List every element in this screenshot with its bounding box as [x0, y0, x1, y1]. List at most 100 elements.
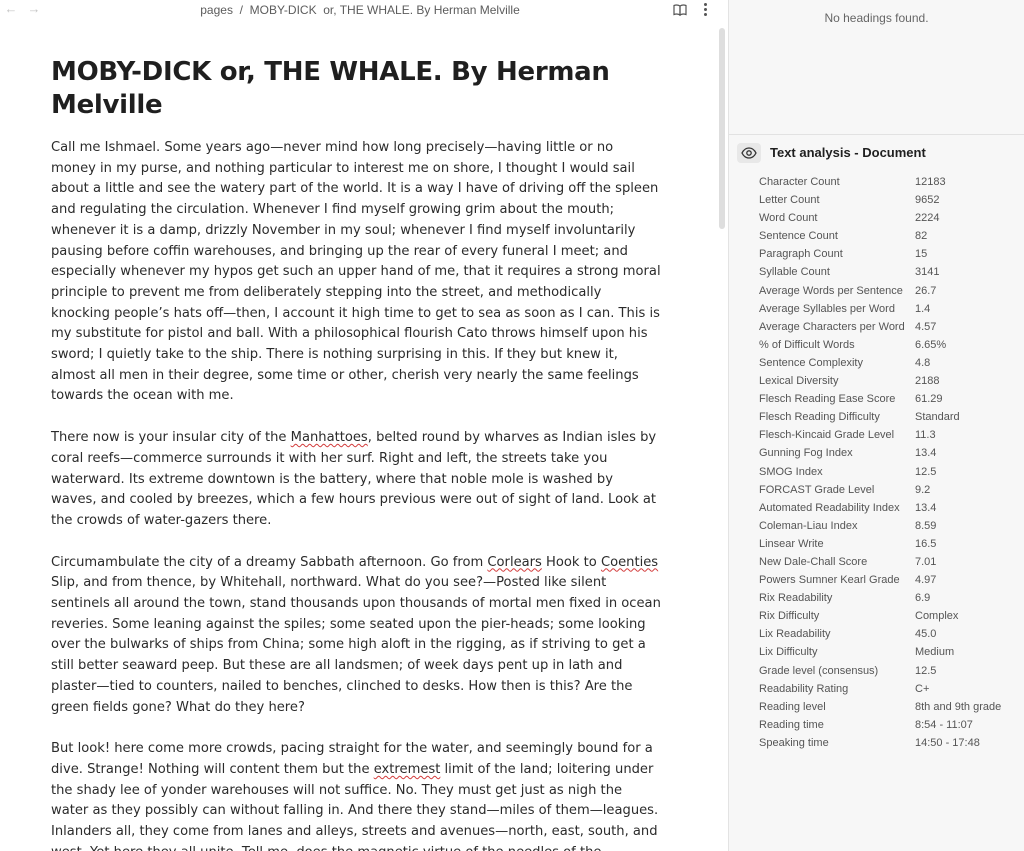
text-run: Hook to: [541, 554, 601, 570]
stat-label: Flesch Reading Difficulty: [759, 411, 880, 424]
stat-row: Coleman-Liau Index 8.59: [759, 518, 1021, 536]
breadcrumb-root[interactable]: pages: [200, 3, 233, 17]
stat-label: Word Count: [759, 212, 818, 225]
stat-value: 12.5: [915, 664, 937, 677]
stat-label: Reading time: [759, 718, 824, 731]
stat-value: 11.3: [915, 429, 936, 442]
stat-label: Rix Difficulty: [759, 610, 820, 623]
stat-label: Flesch-Kincaid Grade Level: [759, 429, 895, 442]
stat-value: 4.8: [915, 356, 931, 369]
stat-label: Syllable Count: [759, 266, 830, 279]
stat-value: 4.97: [915, 574, 937, 587]
stat-value: Medium: [915, 646, 955, 659]
stat-label: Character Count: [759, 176, 840, 188]
stat-row: Average Syllables per Word 1.4: [759, 301, 1021, 319]
stat-value: 45.0: [915, 628, 937, 641]
document-content[interactable]: MOBY-DICK or, THE WHALE. By Herman Melvi…: [51, 56, 661, 851]
paragraph-list: Call me Ishmael. Some years ago—never mi…: [51, 138, 661, 851]
stat-row: Word Count 2224: [759, 210, 1021, 228]
stat-value: 13.4: [915, 447, 937, 460]
stat-value: 4.57: [915, 320, 937, 333]
stat-value: 3141: [915, 266, 940, 279]
stat-row: Lix Difficulty Medium: [759, 644, 1021, 662]
stat-value: 13.4: [915, 501, 937, 514]
stat-row: Average Characters per Word 4.57: [759, 319, 1021, 337]
stat-row: Readability Rating C+: [759, 681, 1021, 699]
stat-value: 82: [915, 230, 928, 243]
stat-label: Coleman-Liau Index: [759, 519, 858, 532]
stat-label: % of Difficult Words: [759, 338, 855, 351]
breadcrumb-separator: /: [239, 3, 243, 17]
stat-value: 6.65%: [915, 338, 947, 351]
stat-label: Gunning Fog Index: [759, 447, 853, 460]
paragraph[interactable]: Call me Ishmael. Some years ago—never mi…: [51, 138, 661, 407]
stat-row: Grade level (consensus) 12.5: [759, 663, 1021, 681]
stat-row: Average Words per Sentence 26.7: [759, 283, 1021, 301]
stat-row: Rix Readability 6.9: [759, 590, 1021, 608]
stat-label: Automated Readability Index: [759, 501, 900, 514]
stat-label: Rix Readability: [759, 592, 833, 605]
text-run: Call me Ishmael. Some years ago—never mi…: [51, 140, 661, 404]
stat-row: Paragraph Count 15: [759, 246, 1021, 264]
panel-separator: [729, 134, 1024, 135]
outline-empty-message: No headings found.: [824, 11, 929, 25]
stat-row: Automated Readability Index 13.4: [759, 500, 1021, 518]
stat-label: Linsear Write: [759, 537, 824, 550]
stat-label: Average Characters per Word: [759, 320, 905, 333]
stat-value: 16.5: [915, 537, 937, 550]
stat-value: 26.7: [915, 284, 937, 297]
stat-row: New Dale-Chall Score 7.01: [759, 554, 1021, 572]
stat-row: Reading time 8:54 - 11:07: [759, 717, 1021, 735]
misspelled-word[interactable]: extremest: [374, 762, 441, 777]
eye-icon[interactable]: [737, 143, 761, 163]
document-title[interactable]: MOBY-DICK or, THE WHALE. By Herman Melvi…: [51, 56, 661, 122]
stat-row: SMOG Index 12.5: [759, 464, 1021, 482]
side-panel: No headings found. Text analysis - Docum…: [729, 0, 1024, 851]
book-open-icon[interactable]: [673, 3, 689, 17]
stat-value: 9.2: [915, 483, 931, 496]
stat-row: Sentence Complexity 4.8: [759, 355, 1021, 373]
text-run: There now is your insular city of the: [51, 430, 291, 446]
text-analysis-title: Text analysis - Document: [770, 145, 926, 160]
stat-label: Readability Rating: [759, 682, 849, 695]
stat-label: Lexical Diversity: [759, 375, 839, 388]
text-analysis-header: Text analysis - Document: [737, 142, 1017, 164]
paragraph[interactable]: Circumambulate the city of a dreamy Sabb…: [51, 553, 661, 719]
more-vertical-icon[interactable]: [700, 2, 710, 18]
stat-row: Rix Difficulty Complex: [759, 608, 1021, 626]
stat-value: C+: [915, 682, 930, 695]
stat-row: Sentence Count 82: [759, 228, 1021, 246]
stat-value: 9652: [915, 194, 940, 207]
text-run: Slip, and from thence, by Whitehall, nor…: [51, 575, 661, 715]
stat-label: Flesch Reading Ease Score: [759, 393, 896, 406]
stat-row: Flesch Reading Difficulty Standard: [759, 409, 1021, 427]
misspelled-word[interactable]: Coenties: [601, 555, 658, 570]
stat-row: Character Count 12183: [759, 174, 1021, 192]
stat-value: Complex: [915, 610, 959, 623]
stat-label: Powers Sumner Kearl Grade: [759, 574, 900, 587]
stat-row: Reading level 8th and 9th grade: [759, 699, 1021, 717]
stat-value: 8.59: [915, 519, 937, 532]
stat-label: SMOG Index: [759, 465, 823, 478]
editor-scrollbar[interactable]: [719, 28, 725, 229]
stat-value: Standard: [915, 411, 960, 424]
breadcrumb: pages / MOBY-DICK or, THE WHALE. By Herm…: [0, 3, 720, 17]
stat-label: Sentence Count: [759, 230, 838, 243]
stat-row: Lix Readability 45.0: [759, 626, 1021, 644]
stat-row: Gunning Fog Index 13.4: [759, 445, 1021, 463]
paragraph[interactable]: But look! here come more crowds, pacing …: [51, 739, 661, 851]
text-run: Circumambulate the city of a dreamy Sabb…: [51, 554, 488, 570]
breadcrumb-current-page[interactable]: MOBY-DICK or, THE WHALE. By Herman Melvi…: [250, 3, 520, 17]
stat-row: Powers Sumner Kearl Grade 4.97: [759, 572, 1021, 590]
stat-label: Sentence Complexity: [759, 356, 863, 369]
misspelled-word[interactable]: Manhattoes: [291, 430, 368, 445]
stat-label: Average Words per Sentence: [759, 284, 903, 297]
paragraph[interactable]: There now is your insular city of the Ma…: [51, 428, 661, 532]
stat-value: 8:54 - 11:07: [915, 718, 973, 731]
stat-value: 12.5: [915, 465, 937, 478]
stat-value: 7.01: [915, 555, 937, 568]
misspelled-word[interactable]: Corlears: [487, 555, 541, 570]
stat-row: Flesch-Kincaid Grade Level 11.3: [759, 427, 1021, 445]
stat-row: % of Difficult Words 6.65%: [759, 337, 1021, 355]
stat-label: Letter Count: [759, 194, 820, 207]
